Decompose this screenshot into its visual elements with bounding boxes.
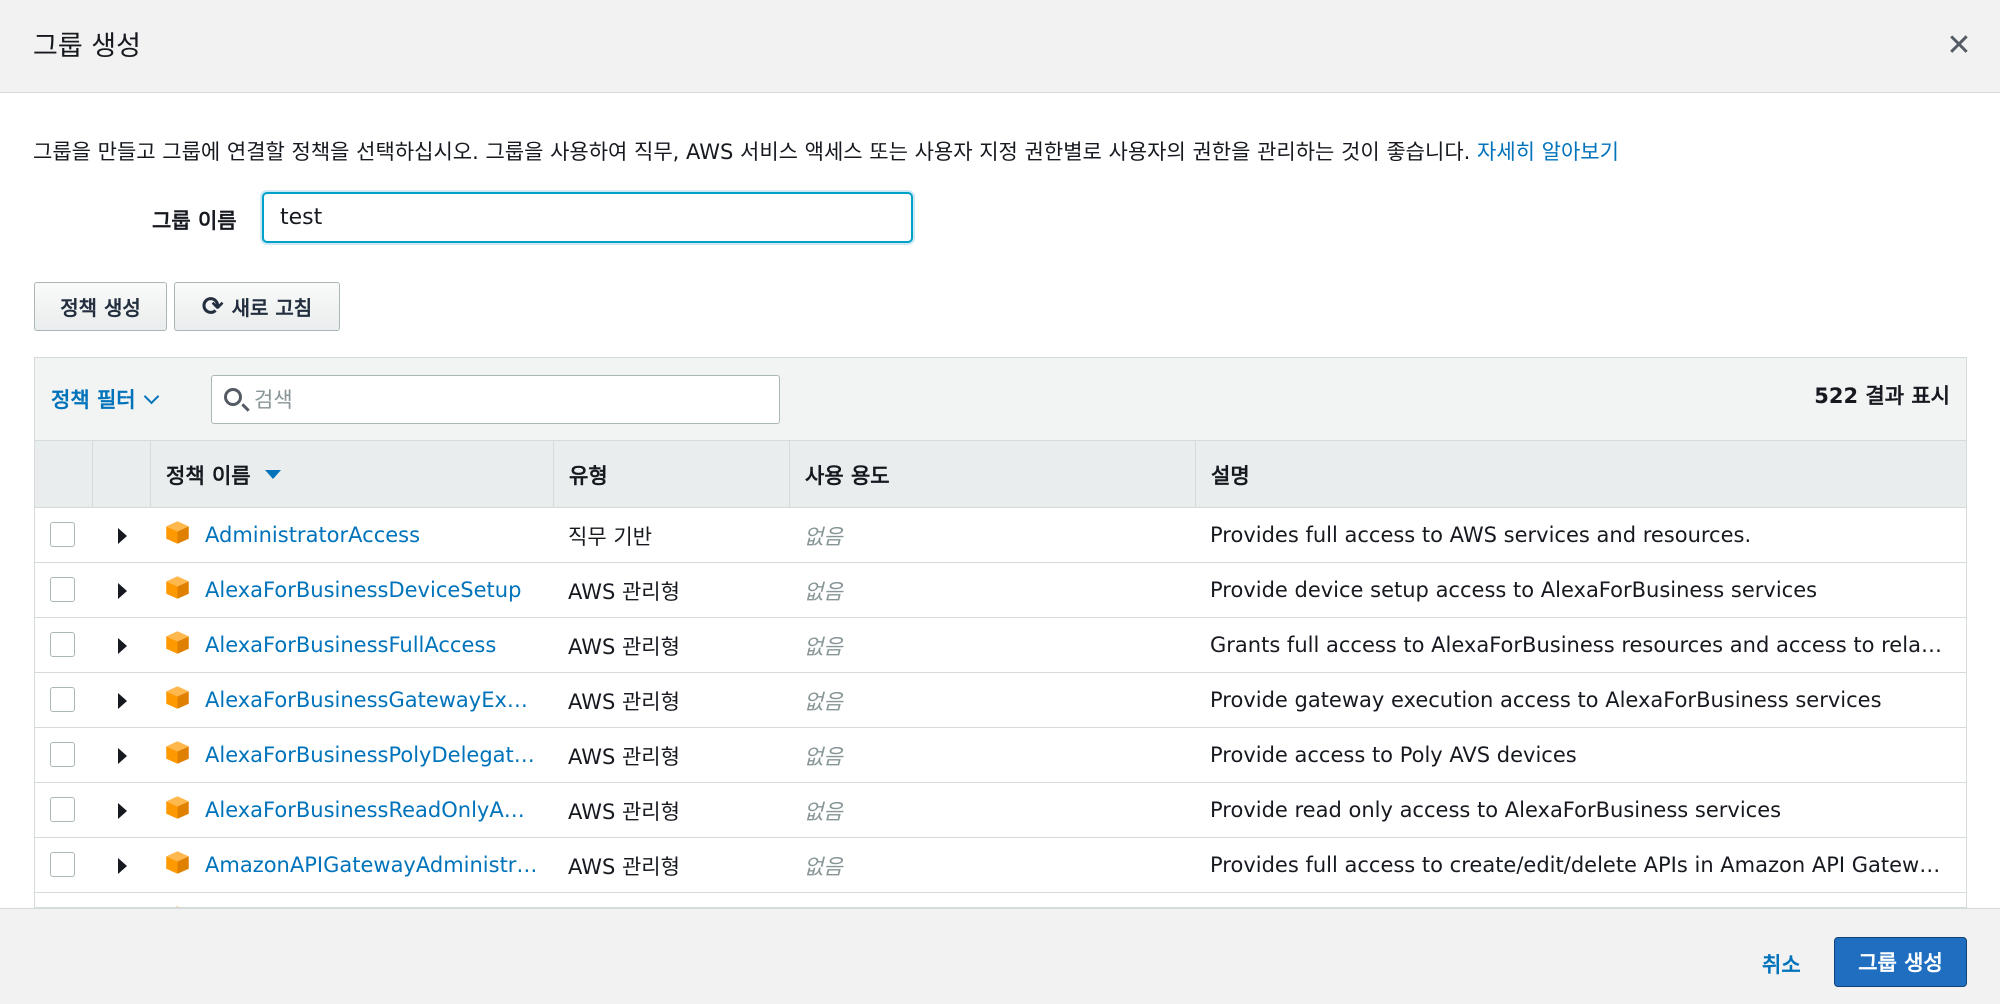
policy-usage: 없음 bbox=[804, 799, 843, 824]
policy-box-icon bbox=[166, 741, 189, 764]
policy-description: Provide access to Poly AVS devices bbox=[1210, 743, 1577, 767]
policy-description: Provides full access to create/edit/dele… bbox=[1210, 853, 1950, 877]
row-checkbox[interactable] bbox=[50, 687, 75, 712]
policy-filter-label: 정책 필터 bbox=[51, 388, 136, 412]
policy-usage: 없음 bbox=[804, 854, 843, 879]
search-box bbox=[211, 375, 780, 424]
expand-caret-icon[interactable] bbox=[118, 638, 127, 654]
header-expand-column bbox=[93, 441, 151, 508]
policy-type: 직무 기반 bbox=[568, 524, 652, 549]
intro-text: 그룹을 만들고 그룹에 연결할 정책을 선택하십시오. 그룹을 사용하여 직무,… bbox=[33, 136, 1619, 166]
chevron-down-icon bbox=[143, 388, 159, 404]
dialog-header: 그룹 생성 ✕ bbox=[0, 0, 2000, 93]
policy-box-icon bbox=[166, 576, 189, 599]
sort-descending-icon[interactable] bbox=[264, 470, 281, 479]
result-count: 522 결과 표시 bbox=[1814, 384, 1950, 408]
policy-name-link[interactable]: AlexaForBusinessPolyDelegat… bbox=[205, 728, 555, 783]
intro-description: 그룹을 만들고 그룹에 연결할 정책을 선택하십시오. 그룹을 사용하여 직무,… bbox=[33, 140, 1471, 164]
learn-more-link[interactable]: 자세히 알아보기 bbox=[1477, 140, 1619, 164]
policy-name-link[interactable]: AdministratorAccess bbox=[205, 508, 555, 563]
policy-type: AWS 관리형 bbox=[568, 744, 680, 769]
policy-description: Provide read only access to AlexaForBusi… bbox=[1210, 798, 1782, 822]
table-row[interactable]: AlexaForBusinessPolyDelegat… AWS 관리형 없음 Pro… bbox=[35, 728, 1966, 783]
policy-name-link[interactable]: AlexaForBusinessDeviceSetup bbox=[205, 563, 555, 618]
column-header-usage[interactable]: 사용 용도 bbox=[790, 441, 1196, 508]
policy-type: AWS 관리형 bbox=[568, 799, 680, 824]
close-icon[interactable]: ✕ bbox=[1944, 28, 1974, 64]
header-select-column bbox=[35, 441, 93, 508]
table-row[interactable]: AlexaForBusinessDeviceSetup AWS 관리형 없음 Prov… bbox=[35, 563, 1966, 618]
search-icon bbox=[224, 388, 242, 406]
table-row[interactable]: AlexaForBusinessReadOnlyA… AWS 관리형 없음 Provi… bbox=[35, 783, 1966, 838]
policy-type: AWS 관리형 bbox=[568, 689, 680, 714]
row-checkbox[interactable] bbox=[50, 797, 75, 822]
table-row[interactable]: AlexaForBusinessFullAccess AWS 관리형 없음 Grant… bbox=[35, 618, 1966, 673]
row-checkbox[interactable] bbox=[50, 522, 75, 547]
policy-name-link[interactable]: AlexaForBusinessFullAccess bbox=[205, 618, 555, 673]
group-name-input[interactable] bbox=[262, 192, 913, 243]
dialog-title: 그룹 생성 bbox=[33, 31, 141, 62]
table-row[interactable]: AlexaForBusinessGatewayEx… AWS 관리형 없음 Provi… bbox=[35, 673, 1966, 728]
column-header-policy-name[interactable]: 정책 이름 bbox=[151, 441, 554, 508]
policy-name-link[interactable]: AmazonAPIGatewayAdministr… bbox=[205, 838, 555, 893]
expand-caret-icon[interactable] bbox=[118, 803, 127, 819]
column-header-type[interactable]: 유형 bbox=[554, 441, 790, 508]
policy-usage: 없음 bbox=[804, 579, 843, 604]
expand-caret-icon[interactable] bbox=[118, 748, 127, 764]
row-checkbox[interactable] bbox=[50, 852, 75, 877]
expand-caret-icon[interactable] bbox=[118, 693, 127, 709]
table-row[interactable] bbox=[35, 893, 1966, 907]
search-input[interactable] bbox=[254, 376, 774, 423]
policy-box-icon bbox=[166, 686, 189, 709]
row-checkbox[interactable] bbox=[50, 577, 75, 602]
policy-type: AWS 관리형 bbox=[568, 579, 680, 604]
refresh-icon: ⟳ bbox=[201, 291, 224, 322]
policy-description: Provide gateway execution access to Alex… bbox=[1210, 688, 1882, 712]
policy-usage: 없음 bbox=[804, 744, 843, 769]
table-header: 정책 이름 유형 사용 용도 설명 bbox=[35, 441, 1966, 508]
policy-box-icon bbox=[166, 851, 189, 874]
expand-caret-icon[interactable] bbox=[118, 858, 127, 874]
column-header-description[interactable]: 설명 bbox=[1196, 441, 1966, 508]
policy-description: Grants full access to AlexaForBusiness r… bbox=[1210, 633, 1950, 657]
policy-name-link[interactable]: AlexaForBusinessGatewayEx… bbox=[205, 673, 555, 728]
policy-table: 정책 필터 522 결과 표시 정책 이름 유형 사용 용도 설명 Admini… bbox=[34, 357, 1967, 908]
row-checkbox[interactable] bbox=[50, 742, 75, 767]
create-group-button[interactable]: 그룹 생성 bbox=[1834, 937, 1967, 987]
policy-box-icon bbox=[166, 796, 189, 819]
group-name-label: 그룹 이름 bbox=[152, 209, 237, 233]
dialog-footer: 취소 그룹 생성 bbox=[0, 908, 2000, 1004]
policy-usage: 없음 bbox=[804, 524, 843, 549]
table-row[interactable]: AdministratorAccess 직무 기반 없음 Provides full … bbox=[35, 508, 1966, 563]
policy-box-icon bbox=[166, 631, 189, 654]
policy-usage: 없음 bbox=[804, 689, 843, 714]
refresh-button[interactable]: ⟳ 새로 고침 bbox=[174, 282, 340, 331]
policy-description: Provides full access to AWS services and… bbox=[1210, 523, 1752, 547]
policy-type: AWS 관리형 bbox=[568, 854, 680, 879]
policy-name-header-label: 정책 이름 bbox=[166, 463, 251, 488]
policy-type: AWS 관리형 bbox=[568, 634, 680, 659]
policy-usage: 없음 bbox=[804, 634, 843, 659]
row-checkbox[interactable] bbox=[50, 632, 75, 657]
cancel-button[interactable]: 취소 bbox=[1762, 949, 1801, 979]
policy-description: Provide device setup access to AlexaForB… bbox=[1210, 578, 1818, 602]
table-row[interactable]: AmazonAPIGatewayAdministr… AWS 관리형 없음 Provi… bbox=[35, 838, 1966, 893]
policy-filter-dropdown[interactable]: 정책 필터 bbox=[51, 384, 159, 414]
policy-box-icon bbox=[166, 521, 189, 544]
policy-name-link[interactable]: AlexaForBusinessReadOnlyA… bbox=[205, 783, 555, 838]
expand-caret-icon[interactable] bbox=[118, 583, 127, 599]
expand-caret-icon[interactable] bbox=[118, 528, 127, 544]
refresh-label: 새로 고침 bbox=[231, 296, 313, 320]
create-policy-button[interactable]: 정책 생성 bbox=[34, 282, 167, 331]
filter-bar: 정책 필터 522 결과 표시 bbox=[35, 358, 1966, 441]
